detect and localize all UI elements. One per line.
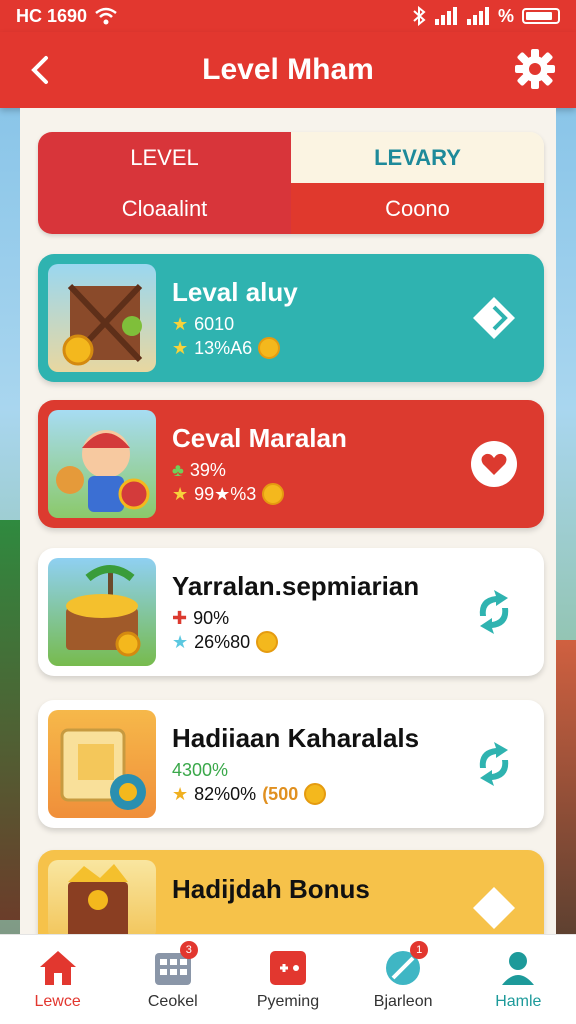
nav-label: Pyeming [256, 992, 320, 1010]
bottom-navigation: Lewce 3 Ceokel Pyeming 1 Bjarleon Hamle [0, 934, 576, 1024]
card-action-button[interactable] [466, 290, 522, 346]
card-stat-1: 6010 [194, 314, 235, 334]
nav-label: Hamle [495, 992, 542, 1010]
nav-item-ceokel[interactable]: 3 Ceokel [118, 940, 228, 1011]
card-title: Hadiiaan Kaharalals [172, 723, 420, 753]
home-icon [39, 950, 76, 985]
card-thumbnail [48, 710, 156, 818]
background-scenery-left [0, 520, 20, 920]
card-action-button[interactable] [466, 880, 522, 936]
bluetooth-icon [413, 6, 426, 26]
battery-icon [522, 8, 560, 24]
treasure-chest-icon [68, 864, 128, 940]
card-thumbnail [48, 860, 156, 940]
tab-level[interactable]: LEVEL [38, 132, 291, 183]
star-icon: ★ [172, 783, 189, 804]
page-title: Level Mham [202, 53, 374, 86]
level-card[interactable]: Leval aluy ★ 6010 ★ 13%A6 [38, 254, 544, 382]
card-title: Hadijdah Bonus [172, 874, 370, 904]
plus-icon: ✚ [172, 608, 188, 628]
level-card[interactable]: Hadiiaan Kaharalals 4300% ★ 82%0% (500 [38, 700, 544, 828]
star-icon: ★ [172, 483, 189, 504]
chevron-left-icon [31, 56, 48, 84]
gold-basket-icon [66, 565, 141, 657]
back-button[interactable] [20, 50, 60, 90]
level-card[interactable]: Ceval Maralan ♣ 39% ★ 99★%3 [38, 400, 544, 528]
signal-icon [434, 7, 457, 25]
nav-label: Lewce [34, 992, 81, 1010]
character-icon [56, 430, 150, 512]
card-title: Ceval Maralan [172, 423, 347, 453]
card-title: Yarralan.sepmiarian [172, 571, 420, 601]
card-thumbnail [48, 264, 156, 372]
diamond-icon [473, 297, 515, 339]
card-title: Leval aluy [172, 277, 298, 307]
card-thumbnail [48, 558, 156, 666]
nav-item-hamle[interactable]: Hamle [463, 949, 573, 1011]
star-icon: ★ [172, 314, 189, 334]
nav-label: Bjarleon [373, 992, 433, 1010]
treasure-crate-icon [62, 283, 143, 366]
level-card[interactable]: Yarralan.sepmiarian ✚ 90% ★ 26%80 [38, 548, 544, 676]
card-thumbnail [48, 410, 156, 518]
nav-label: Ceokel [147, 992, 198, 1010]
card-stat-2: 82%0% [194, 783, 257, 804]
refresh-button[interactable] [466, 736, 522, 792]
favorite-button[interactable] [466, 436, 522, 492]
app-bar: Level Mham [0, 32, 576, 108]
refresh-button[interactable] [466, 584, 522, 640]
tab-coono[interactable]: Coono [291, 183, 544, 234]
card-stat-2: 26%80 [194, 631, 251, 652]
coin-icon [258, 337, 281, 359]
gift-box-icon [60, 728, 146, 810]
tab-levary[interactable]: LEVARY [291, 132, 544, 183]
game-card-icon [269, 950, 306, 985]
heart-icon [471, 441, 517, 487]
diamond-icon [473, 887, 515, 929]
card-extra: (500 [262, 783, 299, 804]
notification-badge: 1 [410, 940, 429, 959]
leaf-icon: ♣ [172, 460, 184, 480]
background-scenery-right [556, 640, 576, 940]
tab-cloaalint[interactable]: Cloaalint [38, 183, 291, 234]
tab-switcher: LEVEL LEVARY Cloaalint Coono [38, 132, 544, 234]
card-stat-2: 99★%3 [194, 483, 257, 504]
settings-button[interactable] [512, 46, 558, 92]
status-bar: HC 1690 % [0, 0, 576, 32]
nav-item-bjarleon[interactable]: 1 Bjarleon [348, 940, 458, 1011]
refresh-icon [479, 742, 509, 786]
star-icon: ★ [172, 631, 189, 652]
card-stat-1: 90% [193, 608, 230, 628]
star-icon: ★ [172, 337, 189, 358]
card-stat-2: 13%A6 [194, 337, 253, 358]
gear-icon [515, 49, 555, 89]
coin-icon [256, 631, 279, 653]
nav-item-pyeming[interactable]: Pyeming [233, 949, 343, 1011]
refresh-icon [479, 590, 509, 634]
coin-icon [304, 783, 327, 805]
wifi-icon [95, 7, 117, 25]
card-stat-1: 39% [189, 460, 226, 480]
profile-icon [502, 951, 535, 985]
notification-badge: 3 [179, 940, 198, 959]
battery-percent: % [497, 5, 514, 26]
card-stat-1: 4300% [172, 760, 229, 780]
signal-icon-2 [466, 7, 489, 25]
nav-item-lewce[interactable]: Lewce [3, 949, 113, 1011]
coin-icon [262, 483, 285, 505]
status-time: HC 1690 [16, 5, 88, 26]
